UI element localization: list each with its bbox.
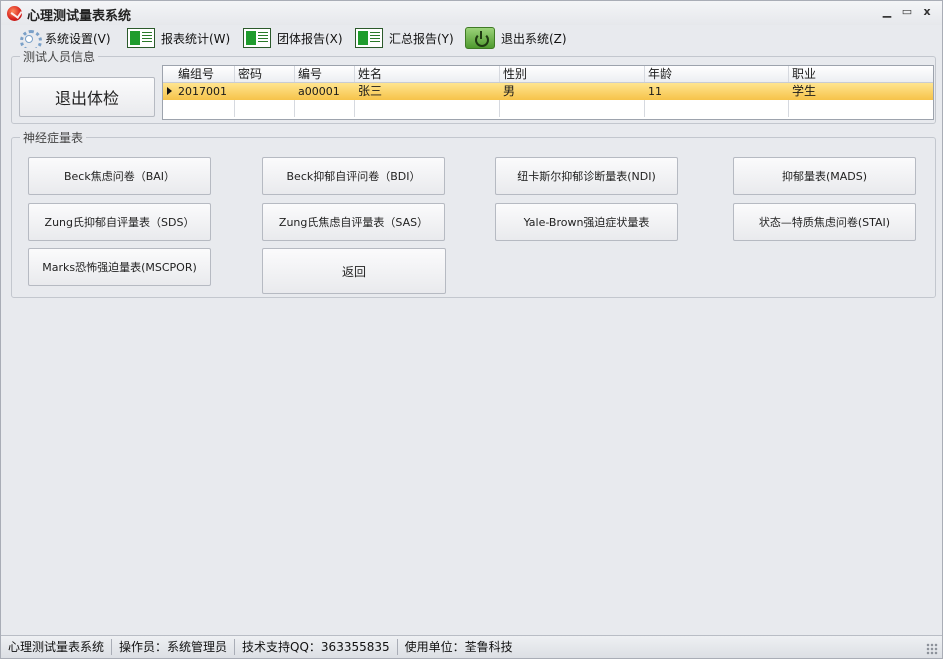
table-cell[interactable]: 学生 (789, 83, 933, 100)
scale-mscpor-button[interactable]: Marks恐怖强迫量表(MSCPOR) (28, 248, 211, 286)
power-icon (465, 27, 495, 49)
back-button[interactable]: 返回 (262, 248, 446, 294)
menu-bar: 系统设置(V) 报表统计(W) 团体报告(X) 汇总报告(Y) 退出系统(Z) (1, 25, 942, 52)
group-legend: 测试人员信息 (20, 48, 99, 65)
gear-icon (17, 28, 42, 52)
report-icon (127, 28, 155, 48)
column-header[interactable]: 姓名 (355, 66, 500, 82)
app-window: 心理测试量表系统 ▁ ▭ x 系统设置(V) 报表统计(W) 团体报告(X) 汇… (0, 0, 943, 659)
menu-exit-system[interactable]: 退出系统(Z) (465, 27, 567, 49)
table-cell[interactable]: 张三 (355, 83, 500, 100)
menu-label: 团体报告(X) (277, 31, 343, 46)
column-header[interactable]: 性别 (500, 66, 645, 82)
row-indicator (163, 100, 175, 117)
column-header[interactable]: 密码 (235, 66, 295, 82)
close-button[interactable]: x (919, 5, 935, 19)
table-cell[interactable] (235, 100, 295, 117)
scale-sas-button[interactable]: Zung氏焦虑自评量表（SAS） (262, 203, 445, 241)
report-icon (243, 28, 271, 48)
group-legend: 神经症量表 (20, 129, 87, 146)
column-header[interactable]: 职业 (789, 66, 933, 82)
row-indicator-header (163, 66, 175, 82)
scale-bai-button[interactable]: Beck焦虑问卷（BAI） (28, 157, 211, 195)
menu-label: 报表统计(W) (161, 31, 231, 46)
status-bar: 心理测试量表系统 操作员：系统管理员 技术支持QQ：363355835 使用单位… (1, 635, 942, 658)
table-cell[interactable] (645, 100, 789, 117)
status-organization: 使用单位：荃鲁科技 (404, 640, 513, 654)
column-header[interactable]: 编号 (295, 66, 355, 82)
table-cell[interactable]: 2017001 (175, 83, 235, 100)
app-logo-icon (7, 6, 22, 21)
title-bar: 心理测试量表系统 ▁ ▭ x (1, 1, 942, 25)
status-support: 技术支持QQ：363355835 (235, 639, 398, 655)
maximize-button[interactable]: ▭ (899, 5, 915, 19)
table-cell[interactable] (175, 100, 235, 117)
exit-exam-button[interactable]: 退出体检 (19, 77, 155, 117)
status-operator: 操作员：系统管理员 (112, 639, 236, 655)
person-grid: 编组号 密码 编号 姓名 性别 年龄 职业 2017001 a00001 张三 … (162, 65, 934, 120)
menu-summary-report[interactable]: 汇总报告(Y) (355, 27, 454, 49)
menu-group-report[interactable]: 团体报告(X) (243, 27, 343, 49)
empty-row[interactable] (163, 100, 933, 117)
column-header[interactable]: 编组号 (175, 66, 235, 82)
grid-header: 编组号 密码 编号 姓名 性别 年龄 职业 (163, 66, 933, 83)
scale-yale-brown-button[interactable]: Yale-Brown强迫症状量表 (495, 203, 678, 241)
row-indicator (163, 83, 175, 100)
scale-stai-button[interactable]: 状态—特质焦虑问卷(STAI) (733, 203, 916, 241)
table-cell[interactable]: 11 (645, 83, 789, 100)
table-cell[interactable] (500, 100, 645, 117)
table-cell[interactable] (789, 100, 933, 117)
menu-report-stats[interactable]: 报表统计(W) (127, 27, 230, 49)
table-cell[interactable]: 男 (500, 83, 645, 100)
menu-label: 系统设置(V) (45, 31, 111, 46)
table-cell[interactable] (235, 83, 295, 100)
menu-label: 退出系统(Z) (501, 31, 567, 46)
resize-grip-icon[interactable] (926, 643, 938, 655)
status-app-name: 心理测试量表系统 (1, 639, 113, 655)
table-cell[interactable] (295, 100, 355, 117)
report-icon (355, 28, 383, 48)
table-row[interactable]: 2017001 a00001 张三 男 11 学生 (163, 83, 933, 100)
table-cell[interactable]: a00001 (295, 83, 355, 100)
minimize-button[interactable]: ▁ (879, 5, 895, 19)
scale-mads-button[interactable]: 抑郁量表(MADS) (733, 157, 916, 195)
scale-sds-button[interactable]: Zung氏抑郁自评量表（SDS） (28, 203, 211, 241)
menu-label: 汇总报告(Y) (389, 31, 454, 46)
scale-ndi-button[interactable]: 纽卡斯尔抑郁诊断量表(NDI) (495, 157, 678, 195)
column-header[interactable]: 年龄 (645, 66, 789, 82)
table-cell[interactable] (355, 100, 500, 117)
menu-system-settings[interactable]: 系统设置(V) (17, 27, 111, 52)
window-title: 心理测试量表系统 (27, 9, 132, 24)
scale-bdi-button[interactable]: Beck抑郁自评问卷（BDI） (262, 157, 445, 195)
